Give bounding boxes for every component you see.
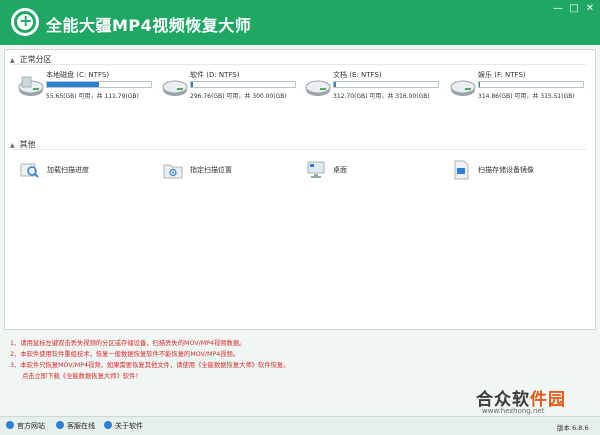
collapse-triangle-icon: ▲ xyxy=(10,57,15,64)
chat-icon xyxy=(56,421,64,429)
version-label: 版本 6.8.6 xyxy=(557,424,589,432)
drive-c[interactable]: 本地磁盘 (C: NTFS) 55.65(GB) 可用，共 111.79(GB) xyxy=(18,69,158,103)
drive-usage-bar xyxy=(190,81,296,88)
drive-usage-bar xyxy=(46,81,152,88)
disk-image-icon xyxy=(454,160,469,180)
desktop-icon xyxy=(307,161,325,178)
watermark: 合众软件园 www.hezhong.net xyxy=(476,385,596,417)
folder-target-icon xyxy=(163,164,183,179)
action-label: 加载扫描进度 xyxy=(47,166,89,174)
maximize-button[interactable]: □ xyxy=(566,3,582,15)
minimize-button[interactable]: — xyxy=(550,3,566,15)
close-button[interactable]: ✕ xyxy=(582,3,598,15)
drive-e[interactable]: 文档 (E: NTFS) 312.70(GB) 可用，共 316.00(GB) xyxy=(305,69,445,103)
drive-size: 55.65(GB) 可用，共 111.79(GB) xyxy=(46,93,139,100)
section-others-label: 其他 xyxy=(19,140,36,149)
drive-name: 娱乐 (F: NTFS) xyxy=(478,71,526,79)
drive-name: 本地磁盘 (C: NTFS) xyxy=(46,71,110,79)
about-software-link[interactable]: 关于软件 xyxy=(104,421,143,431)
action-label: 扫描存储设备镜像 xyxy=(478,166,534,174)
app-logo-icon: + xyxy=(11,8,39,36)
home-icon xyxy=(6,421,14,429)
note-line: 1、请用鼠标左键双击丢失视频的分区或存储设备，扫描丢失的MOV/MP4视频数据。 xyxy=(10,340,246,347)
hard-drive-icon xyxy=(305,80,331,96)
footer-link-label: 客服在线 xyxy=(67,422,95,430)
note-line: 2、本软件使用软件重组技术，恢复一般数据恢复软件不能恢复的MOV/MP4视频。 xyxy=(10,351,240,358)
drive-size: 296.76(GB) 可用，共 300.00(GB) xyxy=(190,93,287,100)
drive-f[interactable]: 娱乐 (F: NTFS) 314.86(GB) 可用，共 315.51(GB) xyxy=(450,69,590,103)
drive-usage-bar xyxy=(478,81,584,88)
section-divider xyxy=(12,64,586,65)
watermark-url: www.hezhong.net xyxy=(482,407,545,415)
section-divider xyxy=(12,149,586,150)
hard-drive-icon xyxy=(162,80,188,96)
footer-link-label: 关于软件 xyxy=(115,422,143,430)
drive-name: 软件 (D: NTFS) xyxy=(190,71,240,79)
official-site-link[interactable]: 官方网站 xyxy=(6,421,45,431)
footer-bar: 官方网站 客服在线 关于软件 版本 6.8.6 xyxy=(0,416,600,435)
drive-usage-bar xyxy=(333,81,439,88)
window-title: 全能大疆MP4视频恢复大师 xyxy=(46,16,252,35)
download-link[interactable]: 点击立即下载《全能数据恢复大师》软件！ xyxy=(22,371,142,380)
section-partitions-label: 正常分区 xyxy=(19,55,52,64)
hard-drive-icon xyxy=(18,76,44,96)
customer-service-link[interactable]: 客服在线 xyxy=(56,421,95,431)
info-icon xyxy=(104,421,112,429)
drive-name: 文档 (E: NTFS) xyxy=(333,71,382,79)
drive-size: 314.86(GB) 可用，共 315.51(GB) xyxy=(478,93,575,100)
hard-drive-icon xyxy=(450,80,476,96)
footer-link-label: 官方网站 xyxy=(17,422,45,430)
action-label: 桌面 xyxy=(333,166,347,174)
drive-d[interactable]: 软件 (D: NTFS) 296.76(GB) 可用，共 300.00(GB) xyxy=(162,69,302,103)
action-label: 指定扫描位置 xyxy=(190,166,232,174)
collapse-triangle-icon: ▲ xyxy=(10,142,15,149)
title-bar: + 全能大疆MP4视频恢复大师 — □ ✕ xyxy=(0,0,600,45)
note-line: 3、本软件只恢复MOV/MP4视频，如果需要恢复其他文件，请使用《全能数据恢复大… xyxy=(10,362,290,369)
drive-size: 312.70(GB) 可用，共 316.00(GB) xyxy=(333,93,430,100)
magnifier-load-icon xyxy=(20,163,39,178)
